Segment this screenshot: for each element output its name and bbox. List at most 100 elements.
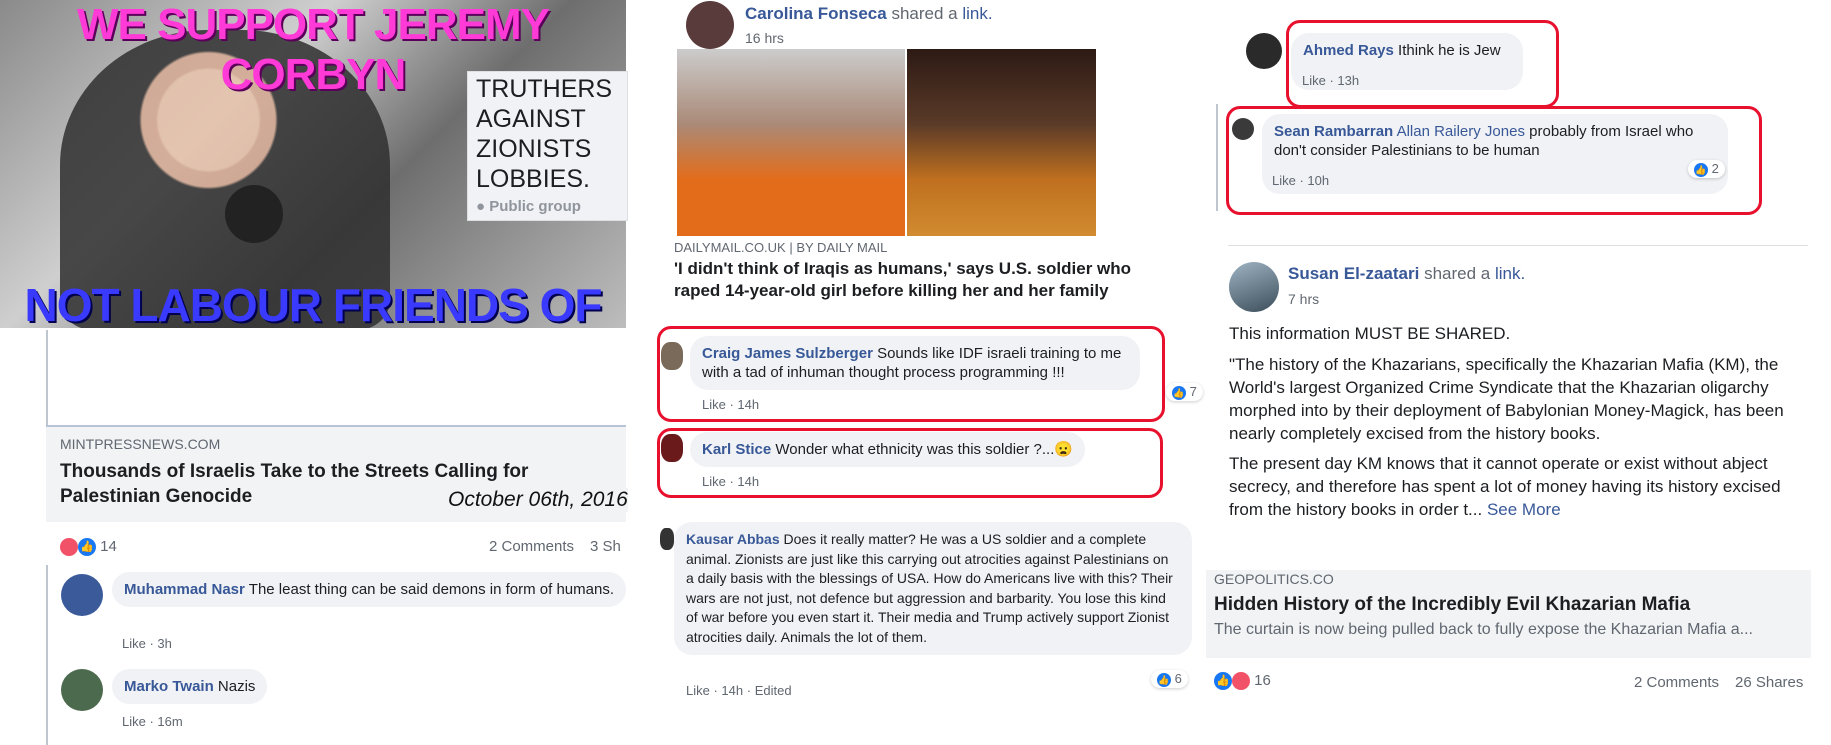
date-stamp: October 06th, 2016	[448, 488, 628, 512]
comment-bubble: Marko Twain Nazis	[112, 669, 268, 704]
like-link[interactable]: Like	[122, 636, 146, 651]
comment-time[interactable]: 13h	[1337, 73, 1359, 88]
reaction-count: 16	[1254, 672, 1271, 689]
comment-time[interactable]: 10h	[1307, 173, 1329, 188]
comment-author[interactable]: Ahmed Rays	[1303, 42, 1394, 59]
comment-author[interactable]: Marko Twain	[124, 678, 214, 695]
comment-author[interactable]: Karl Stice	[702, 441, 771, 458]
thread-line	[46, 330, 48, 425]
comment-actions: Like · 14h	[702, 397, 760, 412]
comment-time[interactable]: 14h	[737, 474, 759, 489]
poster-name[interactable]: Susan El-zaatari	[1288, 264, 1419, 283]
microphone-graphic	[225, 185, 283, 243]
avatar[interactable]	[661, 342, 683, 370]
comment-like-count[interactable]: 👍 7	[1166, 383, 1203, 401]
comment-actions: Like · 10h	[1272, 173, 1330, 188]
reaction-count: 14	[100, 538, 117, 555]
avatar[interactable]	[660, 528, 674, 550]
comment-time[interactable]: 14h	[737, 397, 759, 412]
link-source: MINTPRESSNEWS.COM	[60, 436, 221, 452]
like-link[interactable]: Like	[686, 683, 710, 698]
post-body: "The history of the Khazarians, specific…	[1229, 355, 1784, 443]
comment-like-count[interactable]: 👍 6	[1151, 670, 1188, 688]
girl-photo[interactable]	[907, 49, 1096, 236]
like-link[interactable]: Like	[1272, 173, 1296, 188]
comment-text: Wonder what ethnicity was this soldier ?…	[775, 441, 1074, 458]
post-time[interactable]: 7 hrs	[1288, 291, 1319, 307]
shares-count[interactable]: 3 Sh	[590, 538, 621, 555]
post-action: shared a	[891, 4, 958, 23]
shares-count[interactable]: 26 Shares	[1735, 674, 1803, 691]
shared-link[interactable]: link.	[1495, 264, 1525, 283]
comment-bubble: Muhammad Nasr The least thing can be sai…	[112, 572, 626, 607]
like-reaction-icon: 👍	[1214, 672, 1232, 691]
reaction-summary[interactable]: 👍 16	[1214, 672, 1271, 691]
comment-author[interactable]: Craig James Sulzberger	[702, 345, 873, 362]
like-reaction-icon: 👍	[1172, 385, 1186, 400]
edited-label: Edited	[754, 683, 792, 698]
like-count: 6	[1174, 671, 1182, 686]
comment-text: The least thing can be said demons in fo…	[248, 581, 614, 598]
comment-bubble: Sean Rambarran Allan Railery Jones proba…	[1262, 114, 1728, 194]
comment-bubble: Karl Stice Wonder what ethnicity was thi…	[690, 432, 1086, 467]
like-link[interactable]: Like	[122, 714, 146, 729]
comment-actions: Like · 13h	[1302, 73, 1360, 88]
globe-icon: ●	[476, 198, 486, 215]
avatar[interactable]	[61, 574, 103, 616]
link-source: DAILYMAIL.CO.UK | BY DAILY MAIL	[674, 240, 888, 255]
like-link[interactable]: Like	[702, 397, 726, 412]
comment-text: Ithink he is Jew	[1398, 42, 1501, 59]
poster-avatar[interactable]	[686, 1, 734, 49]
poster-name[interactable]: Carolina Fonseca	[745, 4, 887, 23]
link-title[interactable]: 'I didn't think of Iraqis as humans,' sa…	[674, 258, 1174, 302]
comments-count[interactable]: 2 Comments	[1634, 674, 1719, 691]
link-source: GEOPOLITICS.CO	[1214, 571, 1334, 587]
avatar[interactable]	[1232, 118, 1254, 140]
comment-bubble: Craig James Sulzberger Sounds like IDF i…	[690, 336, 1140, 390]
thread-line	[1216, 104, 1218, 211]
group-type-label: Public group	[489, 198, 581, 215]
see-more-link[interactable]: See More	[1487, 500, 1561, 519]
angry-reaction-icon	[60, 538, 78, 557]
post-action: shared a	[1424, 264, 1491, 283]
like-reaction-icon: 👍	[78, 538, 96, 557]
group-type: ● Public group	[476, 198, 581, 215]
like-link[interactable]: Like	[1302, 73, 1326, 88]
like-count: 7	[1189, 384, 1197, 399]
shared-link[interactable]: link.	[962, 4, 992, 23]
divider	[1228, 245, 1808, 246]
comment-like-count[interactable]: 👍 2	[1688, 160, 1725, 178]
poster-avatar[interactable]	[1229, 262, 1279, 312]
comment-text: Does it really matter? He was a US soldi…	[686, 531, 1173, 645]
comment-time[interactable]: 16m	[157, 714, 182, 729]
reaction-summary[interactable]: 👍 14	[60, 538, 117, 557]
comment-author[interactable]: Muhammad Nasr	[124, 581, 245, 598]
mentioned-user[interactable]: Allan Railery Jones	[1397, 123, 1525, 140]
avatar[interactable]	[61, 669, 103, 711]
comment-author[interactable]: Sean Rambarran	[1274, 123, 1393, 140]
avatar[interactable]	[1246, 33, 1282, 69]
post-headline: This information MUST BE SHARED.	[1229, 324, 1511, 343]
banner-bottom-text: NOT LABOUR FRIENDS OF ISRAEL!	[24, 279, 603, 328]
comments-count[interactable]: 2 Comments	[489, 538, 574, 555]
comment-time[interactable]: 3h	[157, 636, 171, 651]
link-preview-geopolitics[interactable]: GEOPOLITICS.CO Hidden History of the Inc…	[1206, 570, 1811, 658]
comment-actions: Like · 14h	[702, 474, 760, 489]
like-count: 2	[1711, 161, 1719, 176]
soldier-photo[interactable]	[677, 49, 905, 236]
like-reaction-icon: 👍	[1694, 162, 1708, 177]
post-header: Carolina Fonseca shared a link.	[745, 4, 993, 24]
avatar[interactable]	[661, 434, 683, 462]
like-link[interactable]: Like	[702, 474, 726, 489]
link-description: The curtain is now being pulled back to …	[1214, 621, 1753, 638]
link-title[interactable]: Hidden History of the Incredibly Evil Kh…	[1214, 592, 1690, 617]
thread-line	[46, 565, 48, 745]
comment-actions: Like · 14h · Edited	[686, 683, 792, 698]
comment-time[interactable]: 14h	[721, 683, 743, 698]
comment-author[interactable]: Kausar Abbas	[686, 531, 780, 547]
group-card[interactable]: TRUTHERS AGAINST ZIONISTS LOBBIES. ● Pub…	[467, 71, 628, 221]
group-name[interactable]: TRUTHERS AGAINST ZIONISTS LOBBIES.	[476, 74, 626, 194]
angry-reaction-icon	[1232, 672, 1250, 691]
comment-actions: Like · 16m	[122, 714, 183, 729]
post-time[interactable]: 16 hrs	[745, 30, 784, 46]
